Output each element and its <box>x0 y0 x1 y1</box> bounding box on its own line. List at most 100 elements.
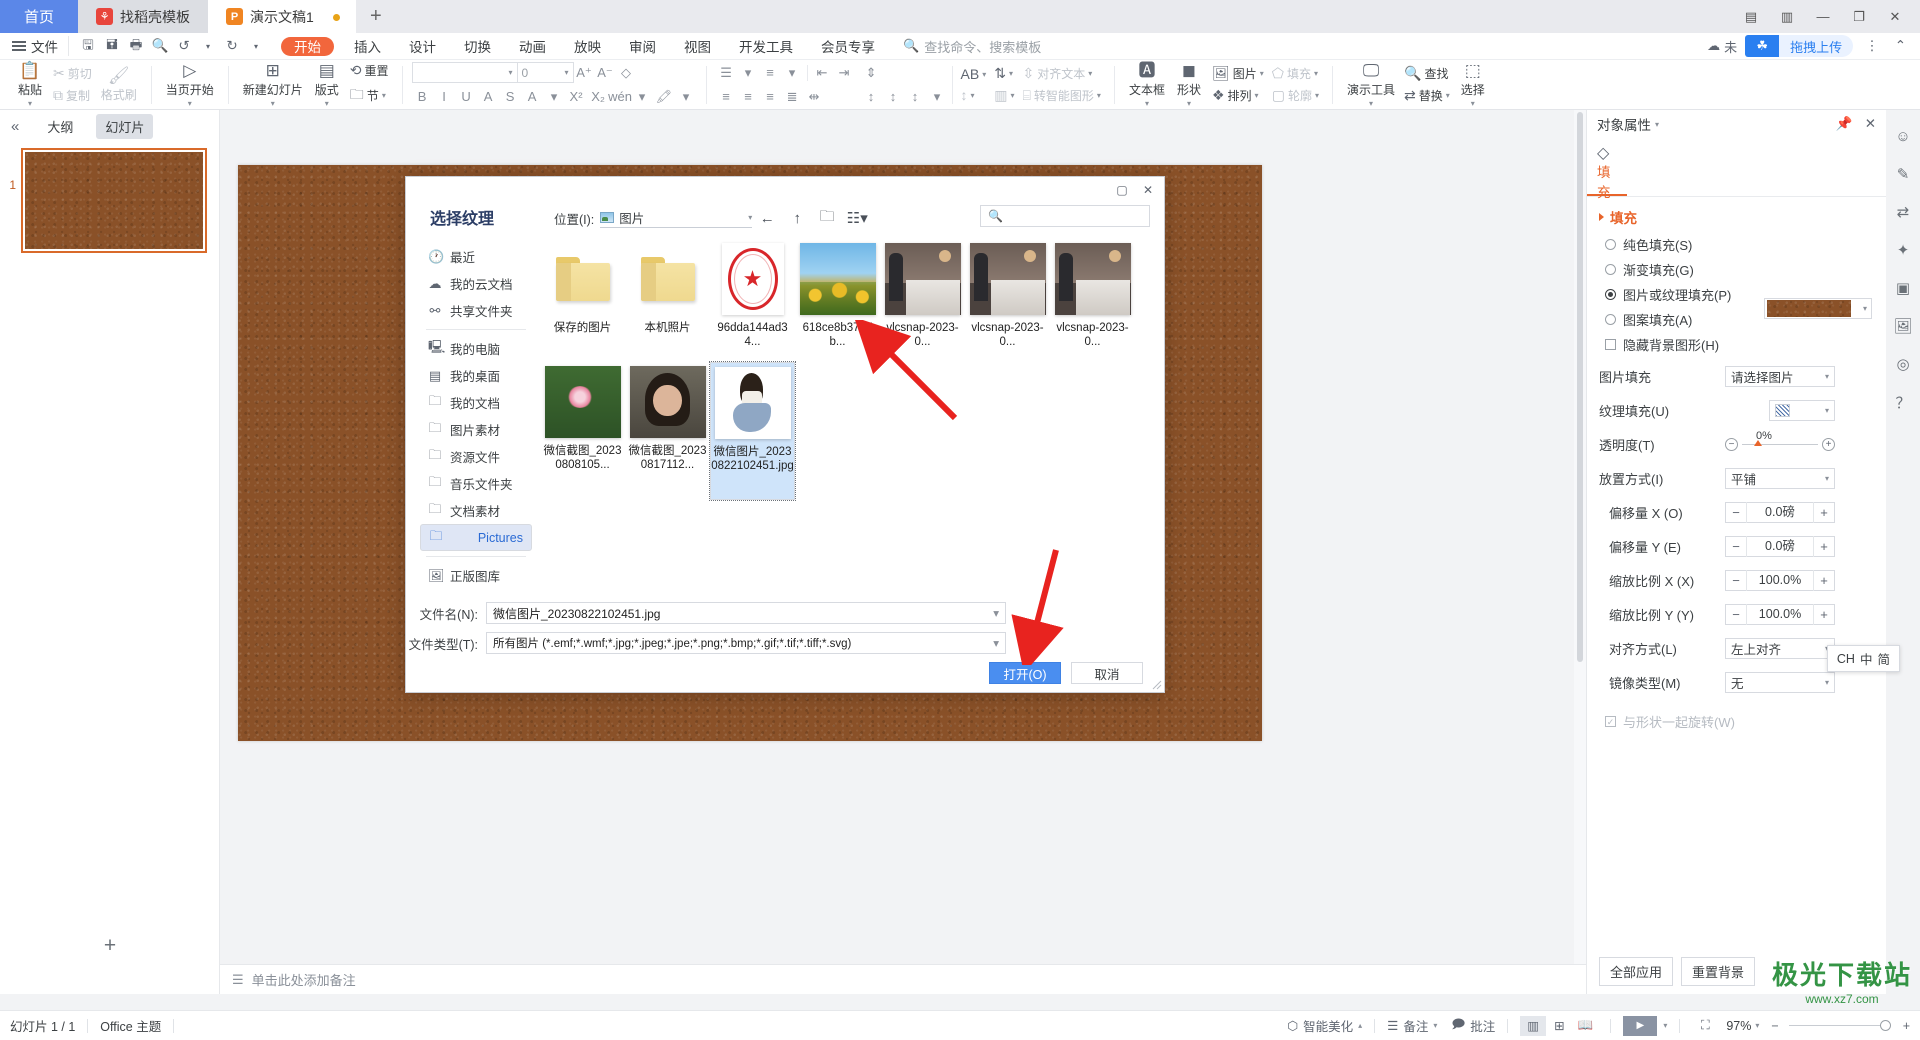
sidebar-item-desktop[interactable]: ▤ 我的桌面 <box>420 362 532 389</box>
justify-icon[interactable]: ≣ <box>782 86 803 107</box>
theme-label[interactable]: Office 主题 <box>100 1016 161 1035</box>
line-height-caret-icon[interactable]: ▾ <box>927 86 948 107</box>
reset-button[interactable]: ⟲ 重置 <box>346 61 393 80</box>
clear-format-icon[interactable]: ◇ <box>616 62 637 83</box>
open-button[interactable]: 打开(O) <box>989 662 1061 684</box>
add-slide-button[interactable]: + <box>0 934 220 958</box>
apply-all-button[interactable]: 全部应用 <box>1599 957 1674 986</box>
play-options-caret-icon[interactable]: ▾ <box>1663 1021 1667 1030</box>
minus-icon[interactable]: − <box>1725 437 1738 451</box>
strikethrough-button[interactable]: S <box>500 86 521 107</box>
plus-icon[interactable]: + <box>1814 505 1834 520</box>
filetype-select[interactable]: 所有图片 (*.emf;*.wmf;*.jpg;*.jpeg;*.jpe;*.p… <box>486 632 1006 654</box>
font-name-input[interactable]: ▾ <box>411 62 518 83</box>
normal-view-icon[interactable]: ▥ <box>1520 1015 1547 1036</box>
properties-icon[interactable]: ⇄ <box>1891 200 1915 224</box>
chevron-down-icon[interactable]: ▾ <box>1655 120 1659 129</box>
tab-home[interactable]: 首页 <box>0 0 79 33</box>
zoom-out-button[interactable]: − <box>1771 1019 1778 1033</box>
subscript-button[interactable]: X₂ <box>588 86 609 107</box>
grow-font-button[interactable]: A⁺ <box>574 62 595 83</box>
resource-icon[interactable]: ◎ <box>1891 352 1915 376</box>
file-menu-button[interactable]: 文件 <box>0 36 68 56</box>
customize-qat-icon[interactable]: ▾ <box>245 36 267 56</box>
minus-icon[interactable]: − <box>1726 539 1746 554</box>
plus-icon[interactable]: + <box>1814 607 1834 622</box>
align-text-button[interactable]: ⇳ 对齐文本 ▾ <box>1019 64 1105 83</box>
sort-button[interactable]: ⇅ ▾ <box>990 64 1018 83</box>
distribute-icon[interactable]: ⇹ <box>804 86 825 107</box>
zoom-in-button[interactable]: + <box>1903 1019 1910 1033</box>
plus-icon[interactable]: + <box>1814 539 1834 554</box>
help-icon[interactable]: ？ <box>1891 390 1915 414</box>
sidebar-item-resources[interactable]: 🗀 资源文件 <box>420 443 532 470</box>
file-item[interactable]: vlcsnap-2023-0... <box>1050 239 1135 362</box>
highlight-icon[interactable]: 🖍 <box>654 86 675 107</box>
texture-fill-select[interactable]: ▾ <box>1769 399 1835 421</box>
convert-smartart-button[interactable]: ⌸ 转智能图形 ▾ <box>1019 86 1105 105</box>
fill-option-gradient[interactable]: 渐变填充(G) <box>1605 260 1874 279</box>
file-item[interactable]: ★ 96dda144ad34... <box>710 239 795 362</box>
outline-button[interactable]: ▢ 轮廓 ▾ <box>1268 86 1323 105</box>
align-left-icon[interactable]: ≡ <box>716 86 737 107</box>
text-box-button[interactable]: 🅰 文本框 ▾ <box>1124 61 1170 108</box>
cloud-status[interactable]: ☁ 未 <box>1707 37 1737 56</box>
cut-button[interactable]: ✂ 剪切 <box>49 64 96 83</box>
dialog-search-input[interactable]: 🔍 <box>980 205 1150 227</box>
sidebar-item-computer[interactable]: 🖳 我的电脑 <box>420 335 532 362</box>
transparency-slider[interactable]: − 0% + <box>1725 430 1835 451</box>
file-item[interactable]: 微信截图_20230817112... <box>625 362 710 485</box>
media-icon[interactable]: ▣ <box>1891 276 1915 300</box>
sidebar-item-recent[interactable]: 🕐 最近 <box>420 243 532 270</box>
sidebar-item-doc-assets[interactable]: 🗀 文档素材 <box>420 497 532 524</box>
start-from-current-button[interactable]: ▷ 当页开始 ▾ <box>161 61 219 108</box>
scrollbar-thumb[interactable] <box>1577 112 1583 662</box>
picture-button[interactable]: 🖼 图片 ▾ <box>1208 64 1268 83</box>
scale-x-stepper[interactable]: − 100.0% + <box>1725 569 1835 591</box>
italic-button[interactable]: I <box>434 86 455 107</box>
numbering-caret-icon[interactable]: ▾ <box>782 62 803 83</box>
drag-upload-button[interactable]: ☘ 拖拽上传 <box>1745 35 1854 57</box>
file-item[interactable]: 保存的图片 <box>540 239 625 362</box>
undo-icon[interactable]: ↺ <box>173 36 195 56</box>
location-select[interactable]: 图片 ▾ <box>600 208 753 228</box>
dialog-maximize-button[interactable]: ▢ <box>1110 180 1134 200</box>
cancel-button[interactable]: 取消 <box>1071 662 1143 684</box>
close-properties-button[interactable]: ✕ <box>1865 116 1876 132</box>
chevron-down-icon[interactable]: ▾ <box>993 636 999 650</box>
notes-pane[interactable]: ☰ 单击此处添加备注 <box>220 964 1586 994</box>
arrange-button[interactable]: ❖ 排列 ▾ <box>1208 86 1268 105</box>
ribbon-tab-member[interactable]: 会员专享 <box>807 33 889 60</box>
undo-caret-icon[interactable]: ▾ <box>197 36 219 56</box>
save-icon[interactable]: 🖫 <box>77 36 99 56</box>
image-icon[interactable]: 🖼 <box>1891 314 1915 338</box>
thumbnail-list-item[interactable]: 1 <box>0 142 219 253</box>
new-folder-icon[interactable]: 🗀 <box>812 206 842 230</box>
shape-button[interactable]: ◼ 形状 ▾ <box>1170 61 1208 108</box>
reset-background-button[interactable]: 重置背景 <box>1681 957 1756 986</box>
window-split-icon[interactable]: ▥ <box>1770 3 1804 31</box>
new-slide-button[interactable]: ⊞ 新建幻灯片 ▾ <box>238 61 308 108</box>
chevron-down-icon[interactable]: ▾ <box>993 606 999 620</box>
text-direction-button[interactable]: ↕ ▾ <box>957 86 991 104</box>
sidebar-item-documents[interactable]: 🗀 我的文档 <box>420 389 532 416</box>
zoom-level-label[interactable]: 97% <box>1726 1019 1751 1033</box>
decrease-indent-icon[interactable]: ⇤ <box>812 62 833 83</box>
ribbon-tab-view[interactable]: 视图 <box>670 33 725 60</box>
smart-beautify-button[interactable]: ⬡ 智能美化 ▴ <box>1287 1016 1362 1035</box>
notes-button[interactable]: ☰ 备注 ▾ <box>1387 1016 1437 1035</box>
minus-icon[interactable]: − <box>1726 607 1746 622</box>
ribbon-tab-start[interactable]: 开始 <box>281 36 334 56</box>
ribbon-tab-design[interactable]: 设计 <box>395 33 450 60</box>
collapse-ribbon-button[interactable]: ⌃ <box>1891 38 1910 54</box>
zoom-slider[interactable] <box>1788 1020 1891 1031</box>
font-color-button[interactable]: A <box>522 86 543 107</box>
offset-x-value[interactable]: 0.0磅 <box>1746 501 1814 523</box>
superscript-button[interactable]: X² <box>566 86 587 107</box>
tab-presentation1[interactable]: P 演示文稿1 <box>208 0 356 33</box>
ribbon-tab-slideshow[interactable]: 放映 <box>560 33 615 60</box>
present-tools-button[interactable]: 🖵 演示工具 ▾ <box>1342 61 1400 108</box>
feedback-icon[interactable]: ☺ <box>1891 124 1915 148</box>
redo-icon[interactable]: ↻ <box>221 36 243 56</box>
minus-icon[interactable]: − <box>1726 505 1746 520</box>
